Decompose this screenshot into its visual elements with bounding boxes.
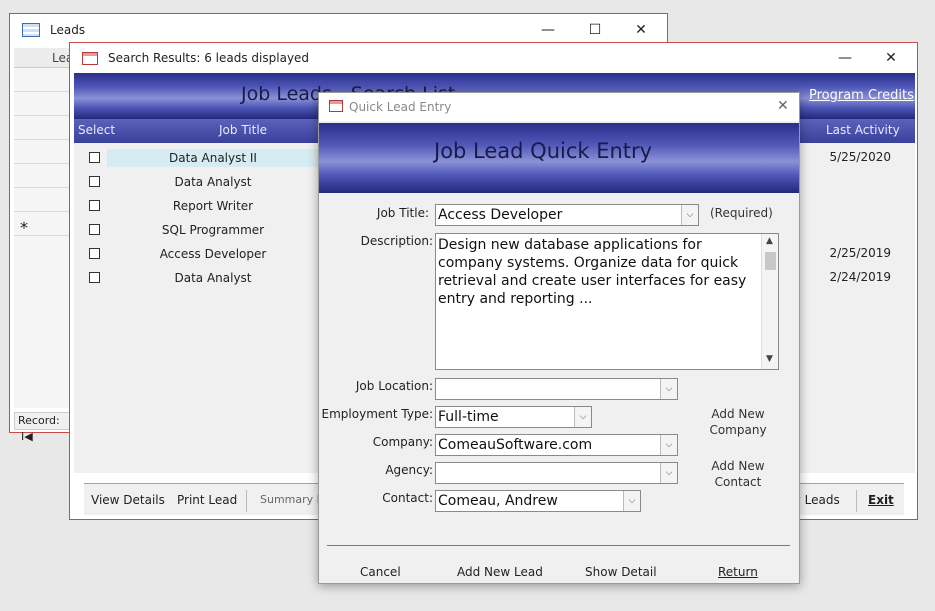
cancel-button[interactable]: Cancel bbox=[360, 565, 401, 579]
record-label: Record: bbox=[18, 414, 60, 427]
chevron-down-icon[interactable]: ⌵ bbox=[660, 435, 677, 455]
scroll-thumb[interactable] bbox=[765, 252, 776, 270]
sheet-row[interactable] bbox=[14, 92, 69, 116]
job-title-label: Job Title: bbox=[376, 206, 429, 220]
dialog-titlebar: Quick Lead Entry ✕ bbox=[319, 93, 799, 121]
leads-title: Leads bbox=[50, 23, 86, 37]
job-title: SQL Programmer bbox=[161, 223, 265, 237]
scroll-down-icon[interactable]: ▼ bbox=[766, 354, 773, 364]
search-titlebar: Search Results: 6 leads displayed — ✕ bbox=[70, 43, 917, 73]
add-new-contact-link[interactable]: Add New Contact bbox=[703, 458, 773, 490]
form-icon bbox=[329, 100, 343, 112]
record-nav-bar: Record: I◀ bbox=[14, 412, 76, 443]
job-title: Data Analyst II bbox=[107, 149, 319, 167]
sheet-row[interactable] bbox=[14, 140, 69, 164]
select-checkbox[interactable] bbox=[89, 272, 100, 283]
add-new-company-link[interactable]: Add New Company bbox=[703, 406, 773, 438]
sheet-row[interactable] bbox=[14, 116, 69, 140]
form-icon bbox=[82, 51, 98, 65]
quick-entry-dialog: Quick Lead Entry ✕ Job Lead Quick Entry … bbox=[318, 92, 800, 584]
sheet-row[interactable] bbox=[14, 164, 69, 188]
chevron-down-icon[interactable]: ⌵ bbox=[623, 491, 640, 511]
footer-divider bbox=[856, 490, 857, 512]
contact-combobox[interactable]: Comeau, Andrew ⌵ bbox=[435, 490, 641, 512]
return-button[interactable]: Return bbox=[718, 565, 758, 579]
company-combobox[interactable]: ComeauSoftware.com ⌵ bbox=[435, 434, 678, 456]
dialog-title: Quick Lead Entry bbox=[349, 100, 452, 114]
chevron-down-icon[interactable]: ⌵ bbox=[574, 407, 591, 427]
description-text: Design new database applications for com… bbox=[438, 237, 747, 307]
job-title: Data Analyst bbox=[174, 175, 252, 189]
job-title-value: Access Developer bbox=[438, 207, 563, 223]
program-credits-link[interactable]: Program Credits bbox=[809, 88, 914, 103]
job-location-label: Job Location: bbox=[355, 379, 433, 393]
employment-type-combobox[interactable]: Full-time ⌵ bbox=[435, 406, 592, 428]
company-value: ComeauSoftware.com bbox=[438, 437, 593, 453]
last-activity: 5/25/2020 bbox=[829, 150, 891, 164]
col-select: Select bbox=[78, 123, 116, 137]
col-last-activity: Last Activity bbox=[826, 123, 900, 137]
dialog-close-button[interactable]: ✕ bbox=[777, 98, 789, 114]
last-activity: 2/24/2019 bbox=[829, 270, 891, 284]
minimize-button[interactable]: — bbox=[822, 43, 868, 73]
contact-value: Comeau, Andrew bbox=[438, 493, 558, 509]
company-label: Company: bbox=[372, 435, 433, 449]
chevron-down-icon[interactable]: ⌵ bbox=[660, 379, 677, 399]
sheet-row[interactable] bbox=[14, 188, 69, 212]
first-record-button[interactable]: I◀ bbox=[21, 430, 33, 443]
table-icon bbox=[22, 23, 40, 37]
close-button[interactable]: ✕ bbox=[868, 43, 914, 73]
view-details-button[interactable]: View Details bbox=[91, 493, 165, 507]
col-job-title: Job Title bbox=[219, 123, 268, 137]
job-title: Report Writer bbox=[172, 199, 254, 213]
description-scrollbar[interactable]: ▲ ▼ bbox=[761, 234, 778, 369]
job-title-combobox[interactable]: Access Developer ⌵ bbox=[435, 204, 699, 226]
description-label: Description: bbox=[360, 234, 433, 248]
add-new-lead-button[interactable]: Add New Lead bbox=[457, 565, 543, 579]
exit-button[interactable]: Exit bbox=[868, 493, 894, 507]
dialog-divider bbox=[327, 545, 790, 546]
job-title: Access Developer bbox=[159, 247, 267, 261]
job-location-combobox[interactable]: ⌵ bbox=[435, 378, 678, 400]
dialog-banner-title: Job Lead Quick Entry bbox=[434, 139, 653, 163]
employment-type-label: Employment Type: bbox=[321, 407, 433, 421]
scroll-up-icon[interactable]: ▲ bbox=[766, 236, 773, 246]
description-textarea[interactable]: Design new database applications for com… bbox=[435, 233, 779, 370]
footer-divider bbox=[246, 490, 247, 512]
dialog-banner: Job Lead Quick Entry bbox=[319, 123, 799, 193]
select-checkbox[interactable] bbox=[89, 176, 100, 187]
select-checkbox[interactable] bbox=[89, 200, 100, 211]
print-lead-button[interactable]: Print Lead bbox=[177, 493, 237, 507]
new-row-marker: * bbox=[20, 218, 28, 237]
show-detail-button[interactable]: Show Detail bbox=[585, 565, 657, 579]
chevron-down-icon[interactable]: ⌵ bbox=[681, 205, 698, 225]
select-checkbox[interactable] bbox=[89, 248, 100, 259]
select-checkbox[interactable] bbox=[89, 152, 100, 163]
search-title: Search Results: 6 leads displayed bbox=[108, 51, 310, 65]
job-title: Data Analyst bbox=[174, 271, 252, 285]
agency-label: Agency: bbox=[385, 463, 433, 477]
last-activity: 2/25/2019 bbox=[829, 246, 891, 260]
required-note: (Required) bbox=[710, 206, 773, 220]
agency-combobox[interactable]: ⌵ bbox=[435, 462, 678, 484]
employment-type-value: Full-time bbox=[438, 409, 499, 425]
contact-label: Contact: bbox=[382, 491, 433, 505]
chevron-down-icon[interactable]: ⌵ bbox=[660, 463, 677, 483]
select-checkbox[interactable] bbox=[89, 224, 100, 235]
datasheet: Lea * bbox=[14, 48, 74, 408]
sheet-row[interactable] bbox=[14, 68, 69, 92]
datasheet-header: Lea bbox=[14, 48, 73, 68]
